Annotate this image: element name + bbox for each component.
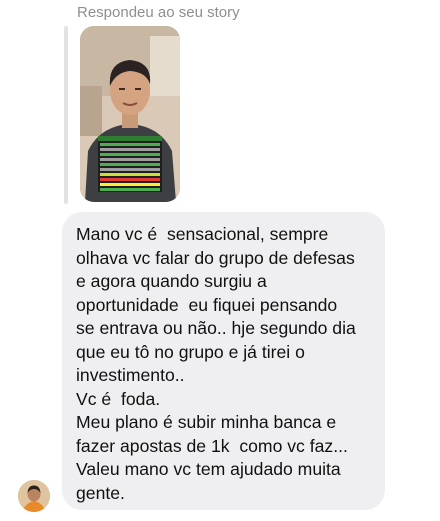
story-thumbnail[interactable]	[80, 26, 180, 202]
message-line: olhava vc falar do grupo de defesas	[76, 247, 355, 268]
message-line: investimento..	[76, 365, 185, 385]
reply-indicator-bar	[64, 26, 68, 204]
message-line: e agora quando surgiu a	[76, 271, 267, 291]
message-bubble[interactable]: Mano vc é sensacional, sempre olhava vc …	[62, 212, 385, 510]
message-line: Vc é foda.	[76, 388, 161, 409]
message-line: Valeu mano vc tem ajudado muita	[76, 459, 341, 479]
message-line: Meu plano é subir minha banca e	[76, 412, 337, 432]
message-line: se entrava ou não.. hje segundo dia	[76, 318, 356, 338]
message-line: gente.	[76, 482, 125, 503]
story-thumbnail-image	[80, 26, 180, 202]
story-reply-label: Respondeu ao seu story	[77, 4, 240, 21]
sender-avatar[interactable]	[18, 480, 50, 512]
message-line: fazer apostas de 1k como vc faz...	[76, 435, 348, 456]
message-line: Mano vc é sensacional, sempre	[76, 224, 329, 244]
avatar-image	[18, 480, 50, 512]
message-line: que eu tô no grupo e já tirei o	[76, 341, 305, 362]
message-line: oportunidade eu fiquei pensando	[76, 294, 338, 315]
